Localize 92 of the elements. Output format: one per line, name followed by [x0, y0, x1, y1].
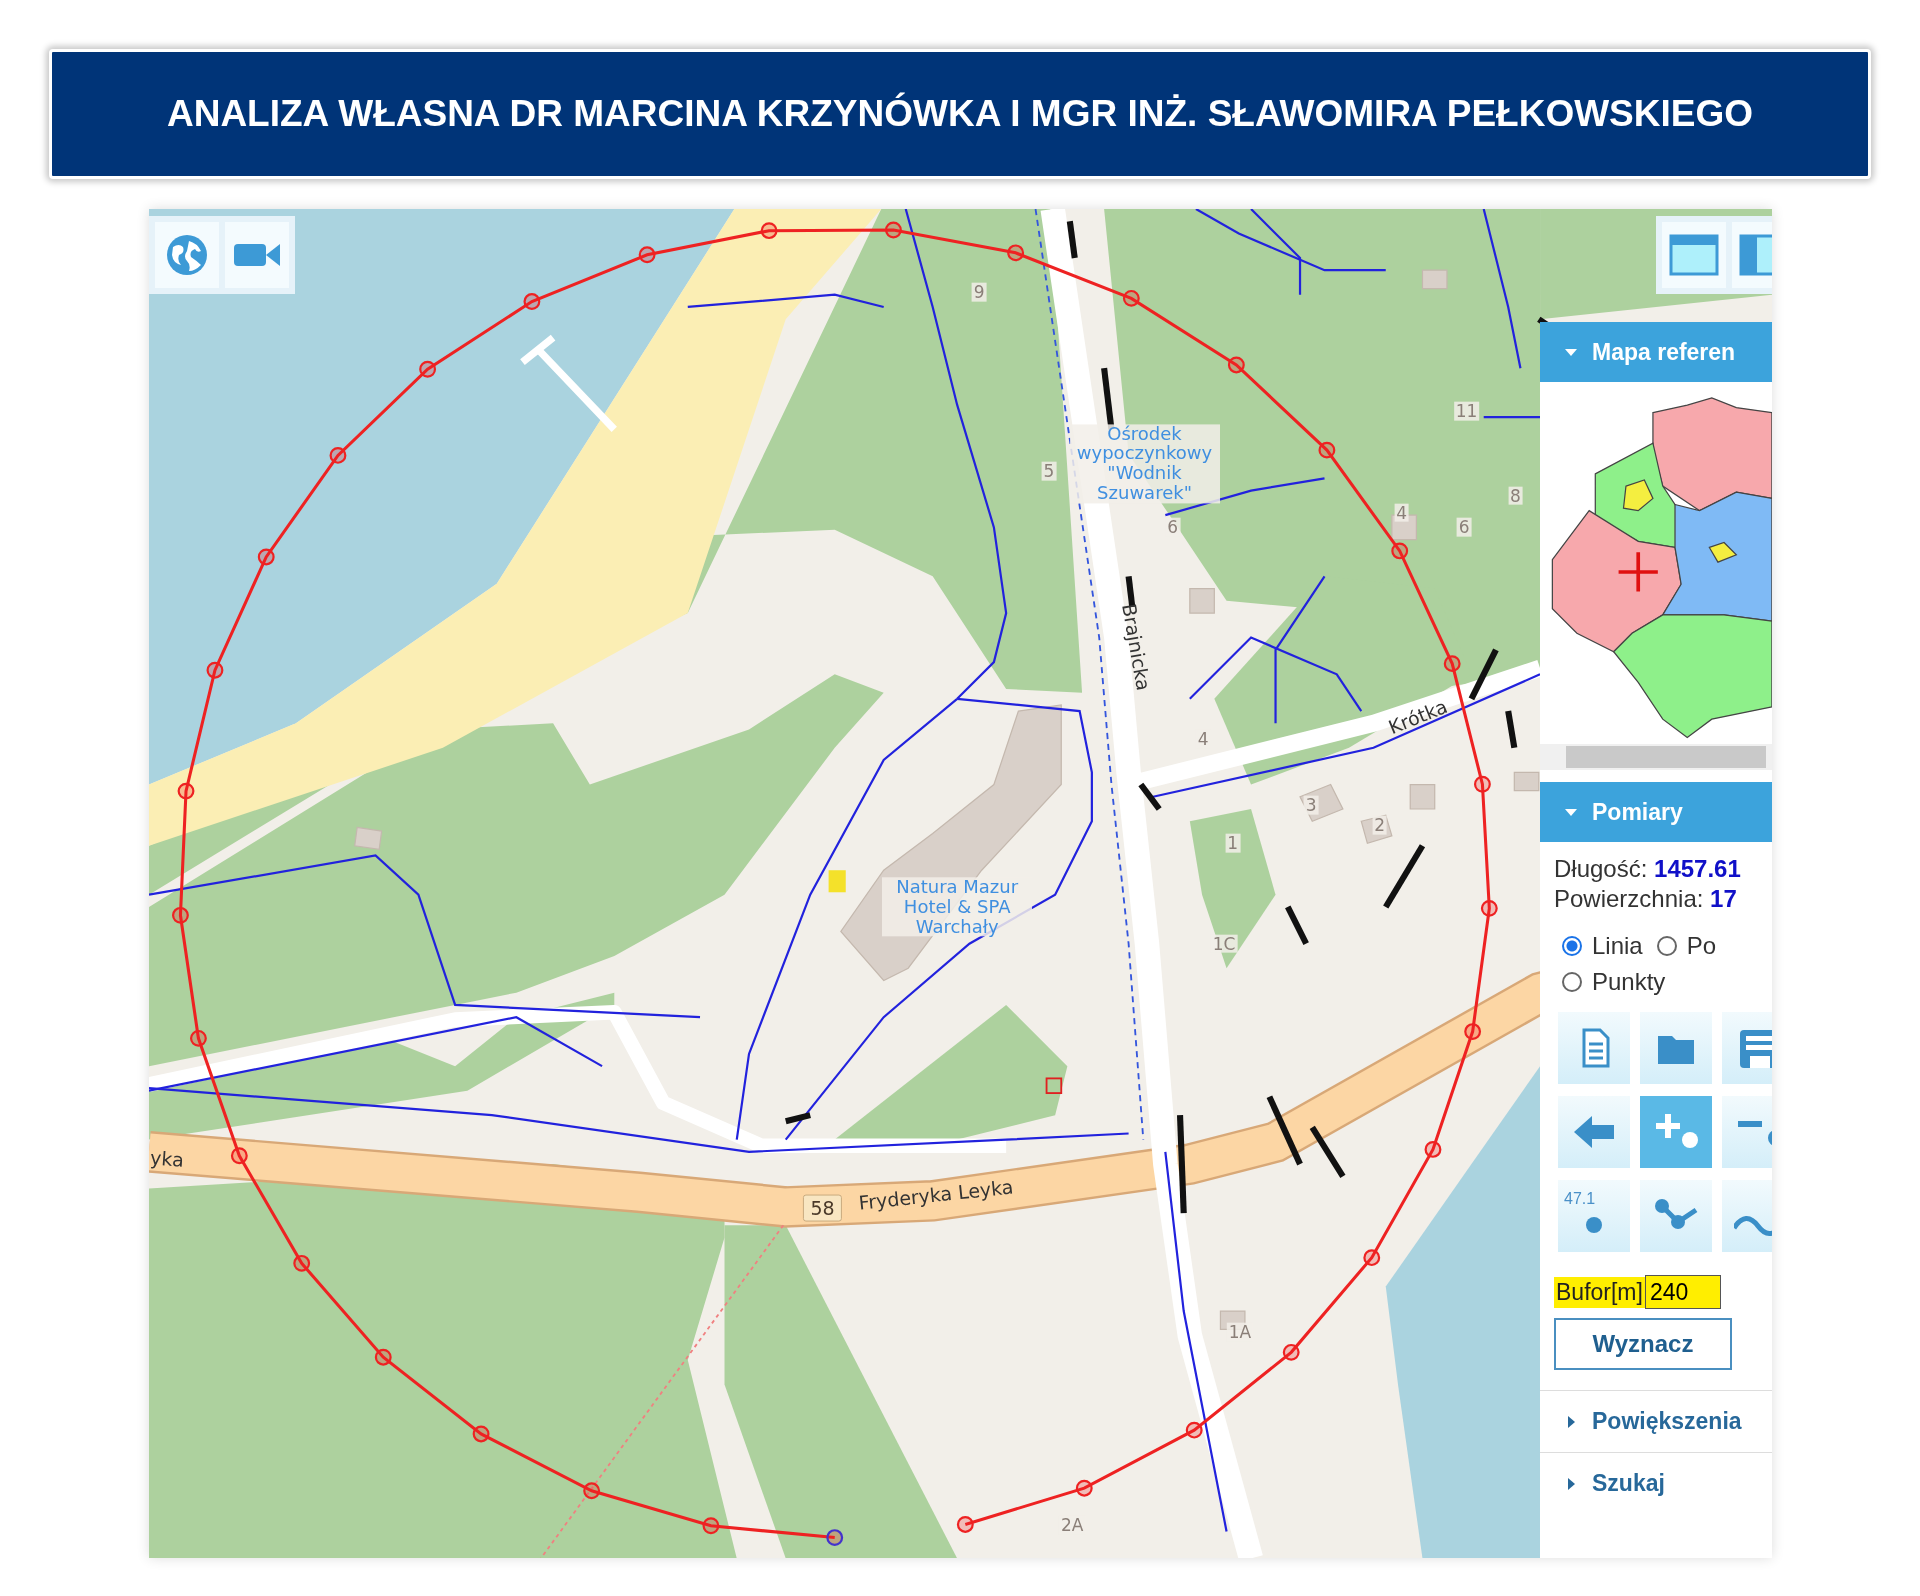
utility-line: [1483, 416, 1541, 419]
vertex-marker: [230, 1147, 248, 1165]
cable-mark: [1383, 844, 1426, 909]
building: [1189, 588, 1215, 614]
tool-button[interactable]: [1640, 1096, 1712, 1168]
place-name: Natura Mazur Hotel & SPA Warchały: [882, 877, 1033, 937]
vertex-marker: [472, 1425, 490, 1443]
tool-button[interactable]: [1558, 1096, 1630, 1168]
tool-button[interactable]: [1558, 1012, 1630, 1084]
street-name: Krótka: [1385, 696, 1450, 739]
cable-mark: [1505, 710, 1518, 749]
cable-mark: [785, 1112, 811, 1125]
vertex-marker: [177, 782, 195, 800]
street-name: Fryderyka Leyka: [858, 1176, 1015, 1214]
tool-button[interactable]: [1640, 1012, 1712, 1084]
vertex-marker: [1391, 542, 1409, 560]
vertex-marker: [760, 222, 778, 240]
vertex-marker: [172, 906, 189, 924]
building: [354, 826, 383, 851]
globe-icon: [165, 233, 209, 277]
measurement-text: Długość: 1457.61: [1554, 854, 1742, 884]
vertex-marker: [1282, 1343, 1300, 1361]
vertex-marker: [702, 1517, 720, 1535]
house-number: 11: [1453, 401, 1480, 421]
house-number: 5: [1041, 461, 1057, 481]
street-name: Brajnicka: [1118, 602, 1154, 693]
vertex-marker: [1122, 289, 1140, 307]
vertex-marker: [1185, 1421, 1203, 1439]
house-number: 8: [1508, 486, 1523, 505]
cable-mark: [1138, 782, 1162, 811]
vertex-marker: [956, 1516, 974, 1533]
vertex-marker: [1443, 655, 1461, 673]
vertex-marker: [1480, 899, 1498, 917]
radio-label: Po: [1686, 932, 1717, 960]
camera-button[interactable]: [225, 222, 289, 288]
vertex-marker: [826, 1529, 844, 1547]
vertex-marker: [293, 1254, 311, 1272]
buffer-label: Bufor[m]: [1554, 1276, 1645, 1308]
vertex-marker: [523, 293, 541, 310]
house-number: 4: [1394, 503, 1410, 522]
house-number: 9: [971, 282, 987, 302]
cable-mark: [1285, 905, 1309, 946]
tool-button[interactable]: 47.1: [1558, 1180, 1630, 1252]
vertex-marker: [419, 360, 437, 378]
tool-text: 47.1: [1564, 1190, 1596, 1208]
radio-button[interactable]: [1562, 936, 1582, 956]
window-icon: [1669, 234, 1719, 276]
window-button[interactable]: [1662, 222, 1726, 288]
square-marker: [1045, 1077, 1063, 1094]
globe-button[interactable]: [155, 222, 219, 288]
cable-mark: [1309, 1125, 1346, 1178]
house-number: 6: [1456, 518, 1472, 537]
vertex-marker: [1363, 1249, 1381, 1267]
vertex-marker: [374, 1348, 392, 1366]
buffer-input-field[interactable]: 240: [1644, 1275, 1721, 1309]
vertex-marker: [1318, 441, 1336, 459]
cable-mark: [1266, 1095, 1303, 1166]
point-icon: [1585, 1216, 1603, 1234]
building: [1409, 783, 1436, 810]
road-number: 58: [803, 1194, 842, 1222]
building: [1421, 269, 1448, 290]
cable-mark: [1468, 648, 1499, 701]
vertex-marker: [190, 1029, 207, 1047]
vertex-marker: [884, 221, 902, 239]
street-name: yka: [149, 1147, 185, 1171]
house-number: 2: [1372, 815, 1387, 835]
vertex-marker: [583, 1482, 601, 1500]
calculate-button[interactable]: Wyznacz: [1554, 1318, 1732, 1370]
radio-button[interactable]: [1656, 936, 1677, 956]
wave-line-icon: [1734, 1213, 1772, 1237]
vertex-marker: [1464, 1023, 1482, 1041]
vertex-marker: [1227, 356, 1245, 374]
vertex-marker: [329, 446, 347, 464]
scrollbar[interactable]: [1540, 744, 1772, 770]
vertex-marker: [638, 246, 656, 264]
house-number: 1: [1225, 833, 1241, 853]
vertex-marker: [1007, 244, 1025, 262]
banner-title: ANALIZA WŁASNA DR MARCINA KRZYNÓWKA I MGR INŻ. SŁAWOMIRA PEŁKOWSKIEGO: [166, 93, 1754, 135]
place-name: Ośrodek wypoczynkowy "Wodnik Szuwarek": [1069, 424, 1220, 504]
vertex-marker: [1473, 775, 1491, 793]
cable-mark: [1066, 220, 1078, 259]
vertex-marker: [1424, 1140, 1442, 1158]
radio-label: Linia: [1592, 932, 1643, 960]
radio-label: Punkty: [1592, 968, 1666, 996]
vertex-marker: [257, 548, 275, 566]
vertex-marker: [206, 661, 224, 679]
vertex-marker: [1075, 1479, 1093, 1497]
measurement-text: Powierzchnia: 17: [1554, 884, 1738, 914]
house-number: 3: [1303, 796, 1319, 815]
building: [1513, 771, 1540, 792]
radio-button[interactable]: [1562, 972, 1582, 992]
tool-button[interactable]: [1640, 1180, 1712, 1252]
